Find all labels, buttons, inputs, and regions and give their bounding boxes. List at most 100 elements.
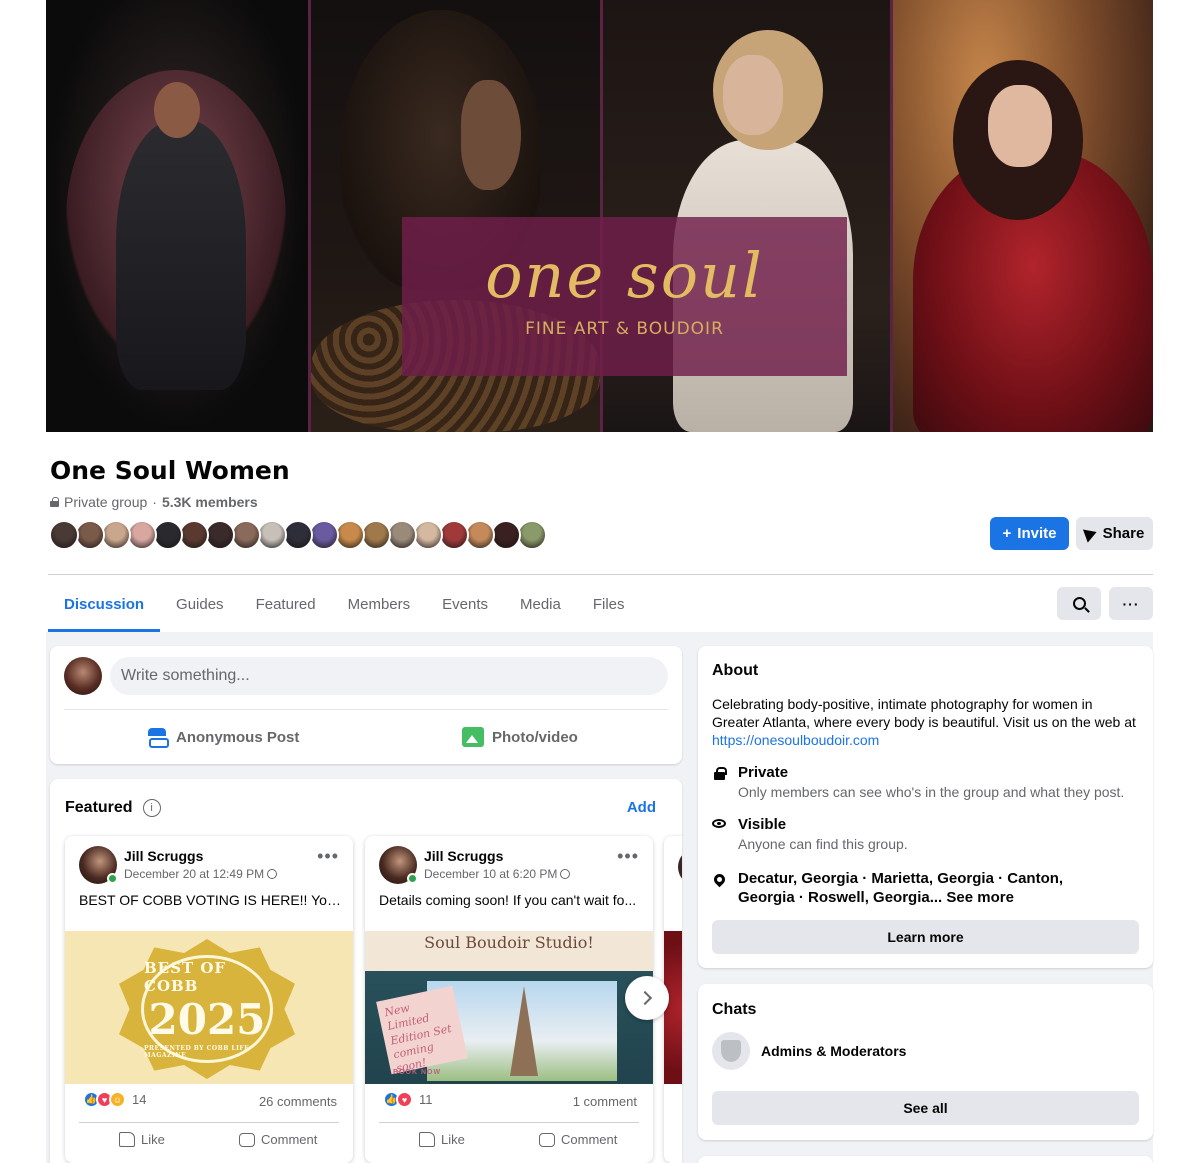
comments-count[interactable]: 26 comments (259, 1094, 337, 1109)
member-avatar[interactable] (257, 520, 287, 550)
like-button[interactable]: Like (419, 1132, 465, 1147)
share-icon (1082, 524, 1099, 543)
badge-line3: PRESENTED BY COBB LIFE MAGAZINE (144, 1045, 250, 1059)
share-button[interactable]: Share (1076, 517, 1153, 550)
featured-post[interactable]: Jill Scruggs December 10 at 6:20 PM ••• … (365, 836, 653, 1163)
cover-logo: one soul FINE ART & BOUDOIR (402, 217, 847, 376)
group-title[interactable]: One Soul Women (50, 456, 290, 485)
reactions-summary[interactable]: 👍 ♥ ☺ 14 (83, 1091, 146, 1108)
post-divider (79, 1122, 339, 1123)
member-avatar[interactable] (205, 520, 235, 550)
logo-script: one soul (485, 238, 764, 312)
comment-button[interactable]: Comment (239, 1132, 317, 1147)
member-avatar[interactable] (309, 520, 339, 550)
member-avatar[interactable] (335, 520, 365, 550)
chat-name[interactable]: Admins & Moderators (761, 1043, 906, 1059)
location-info: Decatur, Georgia · Marietta, Georgia · C… (711, 869, 1098, 907)
tab-files[interactable]: Files (577, 576, 641, 632)
post-divider (379, 1122, 639, 1123)
carousel-next-button[interactable] (625, 976, 669, 1020)
anonymous-post-button[interactable]: Anonymous Post (146, 722, 299, 752)
member-avatar[interactable] (49, 520, 79, 550)
visibility-description: Anyone can find this group. (738, 836, 908, 852)
reactions-summary[interactable]: 👍 ♥ 11 (383, 1091, 433, 1108)
member-avatar[interactable] (283, 520, 313, 550)
logo-subtitle: FINE ART & BOUDOIR (525, 318, 724, 339)
member-avatar[interactable] (231, 520, 261, 550)
figure-head (988, 85, 1052, 167)
visibility-title: Visible (738, 816, 787, 833)
lock-icon (713, 767, 727, 780)
post-image[interactable]: BEST OF COBB 2025 PRESENTED BY COBB LIFE… (65, 931, 353, 1084)
more-icon: ··· (1122, 595, 1140, 612)
cover-panel-1 (46, 0, 308, 432)
tab-featured[interactable]: Featured (240, 576, 332, 632)
member-avatar[interactable] (465, 520, 495, 550)
post-image[interactable]: Soul Boudoir Studio! New Limited Edition… (365, 931, 653, 1084)
more-options-button[interactable]: ··· (1109, 587, 1153, 620)
photo-icon (462, 727, 484, 747)
member-avatar[interactable] (127, 520, 157, 550)
share-label: Share (1102, 525, 1145, 542)
care-reaction-icon: ☺ (109, 1091, 126, 1108)
member-avatar[interactable] (361, 520, 391, 550)
learn-more-button[interactable]: Learn more (712, 920, 1139, 954)
member-avatar[interactable] (413, 520, 443, 550)
member-avatar[interactable] (387, 520, 417, 550)
chats-title: Chats (712, 1001, 757, 1018)
featured-title: Featured (65, 799, 133, 816)
figure-head (461, 80, 521, 190)
comment-button[interactable]: Comment (539, 1132, 617, 1147)
about-title: About (712, 662, 759, 679)
privacy-label: Private group (64, 494, 148, 510)
tab-events[interactable]: Events (426, 576, 504, 632)
member-avatar[interactable] (439, 520, 469, 550)
member-avatars[interactable] (49, 520, 547, 550)
member-avatar[interactable] (517, 520, 547, 550)
comment-icon (239, 1132, 255, 1147)
members-link[interactable]: 5.3K members (162, 494, 258, 510)
author-avatar[interactable] (678, 848, 682, 886)
photo-video-button[interactable]: Photo/video (462, 722, 578, 752)
post-menu-icon[interactable]: ••• (617, 846, 639, 867)
see-more-link[interactable]: See more (946, 889, 1014, 906)
see-all-button[interactable]: See all (712, 1091, 1139, 1125)
like-icon (119, 1132, 135, 1147)
info-icon[interactable]: i (142, 799, 161, 817)
tab-media[interactable]: Media (504, 576, 577, 632)
like-button[interactable]: Like (119, 1132, 165, 1147)
add-featured-button[interactable]: Add (627, 799, 656, 816)
author-name[interactable]: Jill Scruggs (124, 848, 203, 864)
member-avatar[interactable] (101, 520, 131, 550)
best-of-cobb-image: BEST OF COBB 2025 PRESENTED BY COBB LIFE… (65, 931, 353, 1084)
member-avatar[interactable] (491, 520, 521, 550)
privacy-info: Private Only members can see who's in th… (712, 764, 1124, 800)
post-menu-icon[interactable]: ••• (317, 846, 339, 867)
search-button[interactable] (1057, 587, 1101, 620)
comments-count[interactable]: 1 comment (573, 1094, 637, 1109)
invite-label: Invite (1017, 525, 1057, 542)
globe-icon (267, 869, 278, 879)
member-avatar[interactable] (153, 520, 183, 550)
chat-avatar[interactable] (712, 1032, 750, 1070)
member-avatar[interactable] (75, 520, 105, 550)
featured-post[interactable]: Jill Scruggs December 20 at 12:49 PM •••… (65, 836, 353, 1163)
tab-discussion[interactable]: Discussion (48, 576, 161, 632)
avatar[interactable] (64, 657, 102, 695)
author-name[interactable]: Jill Scruggs (424, 848, 503, 864)
like-label: Like (141, 1132, 165, 1147)
promo-note: New Limited Edition Set coming soon! (376, 985, 468, 1075)
website-link[interactable]: https://onesoulboudoir.com (712, 732, 879, 748)
post-date[interactable]: December 20 at 12:49 PM (124, 867, 278, 881)
incognito-icon (146, 728, 169, 748)
invite-button[interactable]: + Invite (990, 517, 1069, 550)
reaction-count: 11 (419, 1092, 433, 1107)
write-something-input[interactable]: Write something... (110, 657, 668, 695)
tab-guides[interactable]: Guides (160, 576, 240, 632)
tab-members[interactable]: Members (332, 576, 427, 632)
post-date[interactable]: December 10 at 6:20 PM (424, 867, 571, 881)
anonymous-label: Anonymous Post (176, 728, 300, 746)
badge-year: 2025 (148, 995, 266, 1044)
comment-label: Comment (261, 1132, 318, 1147)
member-avatar[interactable] (179, 520, 209, 550)
